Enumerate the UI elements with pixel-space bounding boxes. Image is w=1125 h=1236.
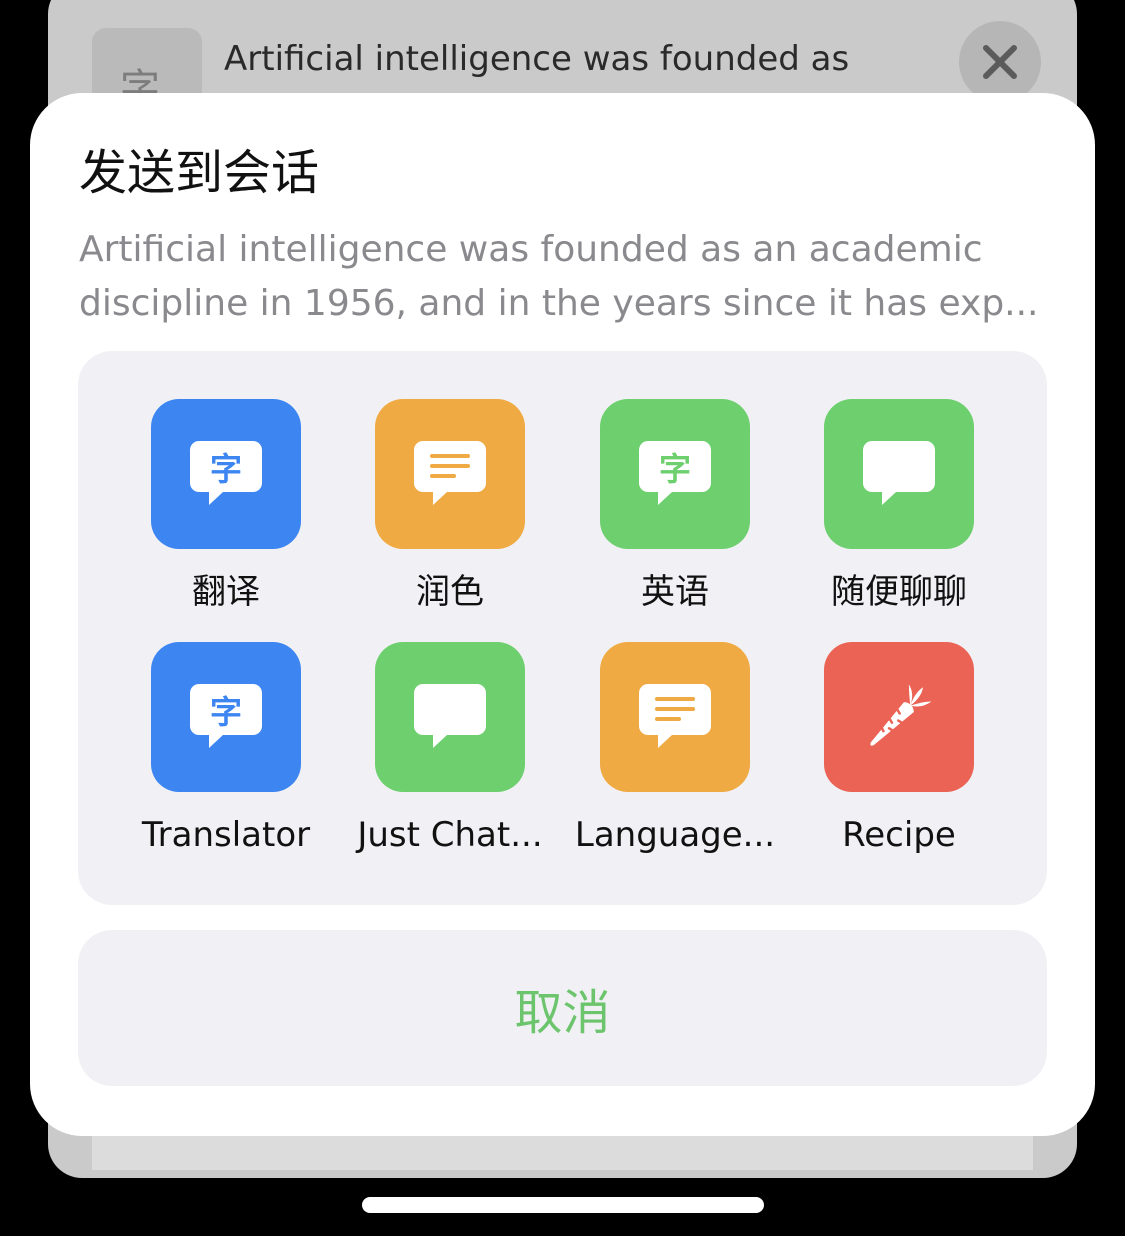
preview-line-1: Artificial intelligence was founded as a…: [79, 229, 983, 270]
translate-bubble-icon: 字: [190, 684, 262, 748]
conversation-language[interactable]: Language...: [563, 642, 787, 856]
translate-bubble-icon: 字: [639, 441, 711, 505]
app-label: 翻译: [192, 572, 260, 612]
conversation-recipe[interactable]: Recipe: [787, 642, 1011, 856]
app-label: Translator: [141, 815, 311, 855]
svg-text:字: 字: [210, 450, 242, 488]
conversation-translator[interactable]: 字 Translator: [114, 642, 338, 856]
sheet-title: 发送到会话: [79, 145, 320, 201]
carrot-icon: [870, 684, 932, 746]
app-label: Recipe: [842, 815, 956, 855]
app-icon-tile: [375, 399, 525, 549]
send-to-conversation-sheet: 发送到会话 Artificial intelligence was founde…: [30, 93, 1095, 1136]
translate-bubble-icon: 字: [190, 441, 262, 505]
background-close-button[interactable]: [959, 21, 1041, 103]
conversation-polish[interactable]: 润色: [338, 399, 562, 613]
conversation-english[interactable]: 字 英语: [563, 399, 787, 613]
app-label: 润色: [416, 572, 484, 612]
cancel-button[interactable]: 取消: [78, 930, 1047, 1086]
app-icon-tile: [824, 399, 974, 549]
conversation-translate-cn[interactable]: 字 翻译: [114, 399, 338, 613]
text-lines-bubble-icon: [639, 684, 711, 748]
preview-line-2: discipline in 1956, and in the years sin…: [79, 283, 1039, 324]
sheet-preview-text: Artificial intelligence was founded as a…: [79, 223, 1049, 331]
text-lines-bubble-icon: [414, 441, 486, 505]
app-label: 随便聊聊: [831, 572, 967, 612]
svg-text:字: 字: [210, 693, 242, 731]
app-icon-tile: [824, 642, 974, 792]
app-icon-tile: 字: [151, 399, 301, 549]
app-label: 英语: [641, 572, 709, 612]
conversation-grid: 字 翻译 润色 字 英语 随便聊聊 字 Translator Just Chat…: [78, 351, 1047, 905]
conversation-just-chat[interactable]: Just Chat...: [338, 642, 562, 856]
app-icon-tile: 字: [151, 642, 301, 792]
background-preview-text: Artificial intelligence was founded as: [224, 39, 850, 79]
conversation-casual-chat[interactable]: 随便聊聊: [787, 399, 1011, 613]
screen: 字 Artificial intelligence was founded as…: [0, 0, 1125, 1236]
home-indicator[interactable]: [362, 1197, 764, 1213]
app-icon-tile: [375, 642, 525, 792]
svg-text:字: 字: [659, 450, 691, 488]
app-icon-tile: 字: [600, 399, 750, 549]
close-icon: [983, 45, 1017, 79]
app-label: Just Chat...: [357, 815, 543, 855]
chat-bubble-icon: [863, 441, 935, 505]
app-label: Language...: [574, 815, 776, 855]
chat-bubble-icon: [414, 684, 486, 748]
app-icon-tile: [600, 642, 750, 792]
